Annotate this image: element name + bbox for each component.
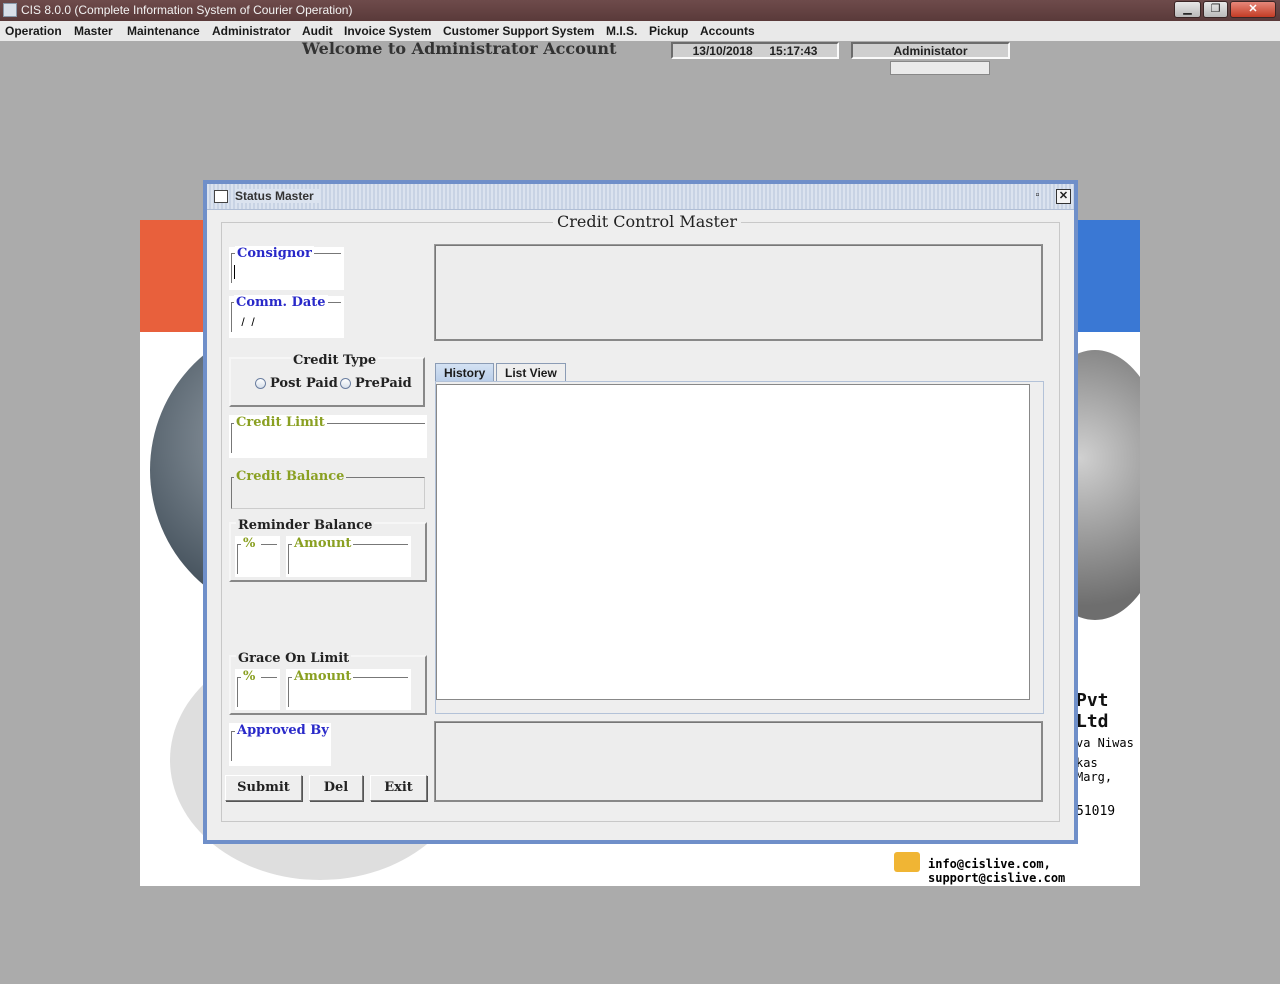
tab-history[interactable]: History: [435, 363, 495, 382]
notes-textarea[interactable]: [434, 721, 1043, 802]
user-display: Administator: [851, 42, 1010, 59]
app-title-bar: CIS 8.0.0 (Complete Information System o…: [0, 0, 1280, 21]
credit-balance-field: Credit Balance: [229, 469, 427, 511]
reminder-pct-field[interactable]: %: [235, 536, 280, 577]
window-icon: [214, 190, 228, 203]
maximize-button[interactable]: ❐: [1203, 1, 1228, 18]
date-text: 13/10/2018: [692, 44, 753, 58]
close-button[interactable]: ✕: [1230, 1, 1276, 18]
frame-title: Status Master: [235, 189, 320, 203]
banner-address-line: kas Marg,: [1076, 756, 1113, 784]
banner-address-line: va Niwas: [1076, 736, 1134, 750]
menu-mis[interactable]: M.I.S.: [606, 24, 637, 38]
grace-on-limit-group: Grace On Limit % Amount: [229, 651, 427, 715]
menu-audit[interactable]: Audit: [302, 24, 333, 38]
tab-panel: [435, 381, 1044, 714]
history-list[interactable]: [436, 384, 1030, 700]
menu-maintenance[interactable]: Maintenance: [127, 24, 200, 38]
grace-amount-field[interactable]: Amount: [286, 669, 411, 710]
credit-limit-label: Credit Limit: [234, 415, 327, 430]
menu-customer-support-system[interactable]: Customer Support System: [443, 24, 594, 38]
menu-master[interactable]: Master: [74, 24, 113, 38]
banner-company: Pvt Ltd: [1076, 690, 1109, 732]
reminder-balance-group: Reminder Balance % Amount: [229, 518, 427, 582]
grace-on-limit-label: Grace On Limit: [236, 651, 352, 666]
comm-date-value: / /: [238, 315, 255, 329]
reminder-balance-label: Reminder Balance: [236, 518, 375, 533]
comm-date-label: Comm. Date: [234, 295, 328, 310]
menu-operation[interactable]: Operation: [5, 24, 62, 38]
credit-type-group: Credit Type Post Paid PrePaid: [229, 353, 425, 407]
del-button[interactable]: Del: [309, 775, 363, 801]
prepaid-radio[interactable]: PrePaid: [340, 376, 412, 391]
consignor-field[interactable]: Consignor: [229, 246, 344, 290]
close-frame-button[interactable]: ✕: [1056, 189, 1071, 204]
post-paid-label: Post Paid: [270, 376, 338, 391]
reminder-amount-label: Amount: [292, 536, 354, 551]
remarks-textarea[interactable]: [434, 244, 1043, 341]
menu-accounts[interactable]: Accounts: [700, 24, 755, 38]
menu-invoice-system[interactable]: Invoice System: [344, 24, 431, 38]
menu-administrator[interactable]: Administrator: [212, 24, 291, 38]
consignor-label: Consignor: [235, 246, 314, 261]
credit-type-label: Credit Type: [291, 353, 379, 368]
credit-balance-label: Credit Balance: [234, 469, 347, 484]
grace-amount-label: Amount: [292, 669, 354, 684]
minimize-button[interactable]: ▁: [1174, 1, 1201, 18]
reminder-amount-field[interactable]: Amount: [286, 536, 411, 577]
menu-bar: Operation Master Maintenance Administrat…: [0, 21, 1280, 41]
window-title: CIS 8.0.0 (Complete Information System o…: [21, 3, 353, 17]
grace-pct-label: %: [241, 669, 258, 684]
mail-icon: [894, 852, 920, 872]
approved-by-field[interactable]: Approved By: [229, 723, 331, 766]
menu-pickup[interactable]: Pickup: [649, 24, 688, 38]
java-app-icon: [3, 3, 17, 17]
group-title: Credit Control Master: [553, 212, 742, 231]
exit-button[interactable]: Exit: [370, 775, 427, 801]
restore-icon[interactable]: ▫: [1030, 189, 1045, 204]
reminder-pct-label: %: [241, 536, 258, 551]
user-status-field: [890, 61, 990, 75]
approved-by-label: Approved By: [235, 723, 331, 738]
date-time-display: 13/10/2018 15:17:43: [671, 42, 839, 59]
submit-button[interactable]: Submit: [225, 775, 302, 801]
welcome-text: Welcome to Administrator Account: [302, 39, 617, 58]
prepaid-label: PrePaid: [355, 376, 412, 391]
radio-icon: [255, 378, 266, 389]
frame-title-bar[interactable]: Status Master ▫ ✕: [207, 184, 1074, 210]
comm-date-field[interactable]: Comm. Date / /: [229, 295, 344, 338]
tab-list-view[interactable]: List View: [496, 363, 566, 382]
time-text: 15:17:43: [769, 44, 818, 58]
text-cursor: [234, 265, 235, 279]
grace-pct-field[interactable]: %: [235, 669, 280, 710]
post-paid-radio[interactable]: Post Paid: [255, 376, 338, 391]
credit-limit-field[interactable]: Credit Limit: [229, 415, 427, 458]
banner-email: info@cislive.com, support@cislive.com: [928, 857, 1066, 885]
banner-phone: 51019: [1076, 804, 1116, 819]
radio-icon: [340, 378, 351, 389]
status-master-window: Status Master ▫ ✕ Credit Control Master …: [203, 180, 1078, 844]
